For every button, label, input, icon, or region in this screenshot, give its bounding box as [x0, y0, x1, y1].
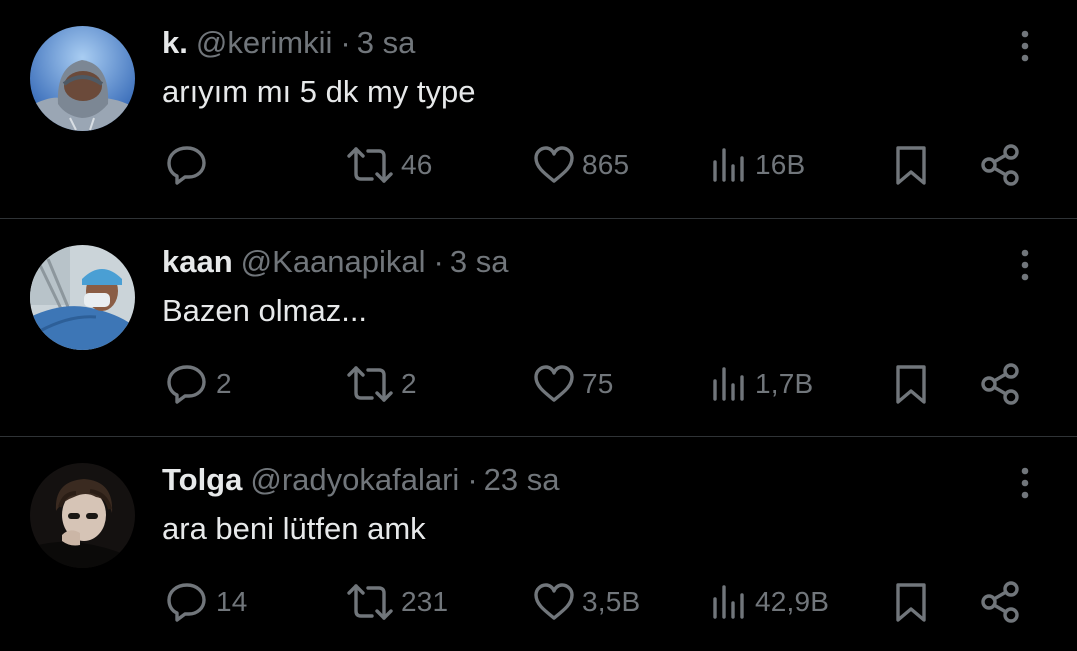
like-button[interactable]: 865: [532, 140, 629, 190]
retweet-count: 46: [401, 149, 433, 180]
avatar-image: [30, 26, 135, 131]
heart-icon: [534, 583, 574, 620]
separator-dot: ·: [340, 25, 351, 60]
avatar-image: [30, 245, 135, 350]
separator-dot: ·: [467, 462, 478, 497]
bookmark-button[interactable]: [891, 140, 931, 190]
views-button[interactable]: 1,7B: [709, 359, 813, 409]
timestamp[interactable]: 3 sa: [450, 244, 509, 279]
tweet[interactable]: k. @kerimkii · 3 sa arıyım mı 5 dk my type: [0, 0, 1077, 218]
view-count: 1,7B: [755, 368, 814, 399]
tweet-actions: 2 2 75 1,7B: [0, 359, 1077, 409]
retweet-button[interactable]: 231: [345, 577, 448, 627]
bookmark-button[interactable]: [891, 577, 931, 627]
avatar[interactable]: [30, 26, 135, 131]
bookmark-button[interactable]: [891, 359, 931, 409]
bookmark-icon: [896, 146, 926, 185]
analytics-icon: [713, 585, 744, 619]
avatar-image: [30, 463, 135, 568]
avatar[interactable]: [30, 463, 135, 568]
retweet-button[interactable]: 2: [345, 359, 417, 409]
tweet-text: Bazen olmaz...: [162, 293, 368, 328]
bookmark-icon: [896, 583, 926, 622]
retweet-icon: [347, 584, 393, 620]
tweet-text: arıyım mı 5 dk my type: [162, 74, 476, 109]
views-button[interactable]: 16B: [709, 140, 805, 190]
display-name[interactable]: kaan: [162, 244, 233, 279]
view-count: 42,9B: [755, 586, 830, 617]
reply-count: 2: [216, 368, 232, 399]
bookmark-icon: [896, 365, 926, 404]
tweet-actions: 14 231 3,5B 42,9B: [0, 577, 1077, 627]
analytics-icon: [713, 367, 744, 401]
separator-dot: ·: [433, 244, 444, 279]
like-button[interactable]: 75: [532, 359, 614, 409]
like-count: 865: [582, 149, 630, 180]
more-options-button[interactable]: [1008, 463, 1042, 503]
reply-icon: [167, 146, 206, 185]
display-name[interactable]: Tolga: [162, 462, 242, 497]
reply-button[interactable]: [164, 140, 216, 190]
reply-icon: [167, 365, 206, 404]
more-options-button[interactable]: [1008, 245, 1042, 285]
share-button[interactable]: [978, 577, 1022, 627]
display-name[interactable]: k.: [162, 25, 188, 60]
heart-icon: [534, 146, 574, 183]
view-count: 16B: [755, 149, 806, 180]
like-count: 3,5B: [582, 586, 641, 617]
tweet-header: kaan @Kaanapikal · 3 sa: [162, 241, 508, 283]
share-icon: [981, 144, 1019, 186]
user-handle[interactable]: @radyokafalari: [250, 462, 459, 497]
timestamp[interactable]: 23 sa: [484, 462, 560, 497]
retweet-count: 231: [401, 586, 449, 617]
user-handle[interactable]: @Kaanapikal: [241, 244, 426, 279]
more-vertical-icon: [1021, 30, 1029, 62]
analytics-icon: [713, 148, 744, 182]
heart-icon: [534, 365, 574, 402]
retweet-button[interactable]: 46: [345, 140, 433, 190]
views-button[interactable]: 42,9B: [709, 577, 829, 627]
reply-icon: [167, 583, 206, 622]
retweet-count: 2: [401, 368, 417, 399]
more-options-button[interactable]: [1008, 26, 1042, 66]
tweet-actions: 46 865 16B: [0, 140, 1077, 190]
tweet-header: Tolga @radyokafalari · 23 sa: [162, 459, 560, 501]
share-icon: [981, 363, 1019, 405]
reply-count: 14: [216, 586, 248, 617]
tweet-header: k. @kerimkii · 3 sa: [162, 22, 415, 64]
like-count: 75: [582, 368, 614, 399]
tweet[interactable]: kaan@Kaanapikal·3 sa Bazen olmaz... 2: [0, 218, 1077, 436]
timestamp[interactable]: 3 sa: [357, 25, 416, 60]
retweet-icon: [347, 147, 393, 183]
timeline-feed: k. @kerimkii · 3 sa arıyım mı 5 dk my type: [0, 0, 1077, 651]
tweet[interactable]: Tolga @radyokafalari · 23 sa ara beni lütfe…: [0, 436, 1077, 651]
more-vertical-icon: [1021, 467, 1029, 499]
more-vertical-icon: [1021, 249, 1029, 281]
tweet-text: ara beni lütfen amk: [162, 511, 426, 546]
reply-button[interactable]: 2: [164, 359, 232, 409]
avatar[interactable]: [30, 245, 135, 350]
reply-button[interactable]: 14: [164, 577, 248, 627]
share-icon: [981, 581, 1019, 623]
like-button[interactable]: 3,5B: [532, 577, 640, 627]
share-button[interactable]: [978, 140, 1022, 190]
share-button[interactable]: [978, 359, 1022, 409]
retweet-icon: [347, 366, 393, 402]
user-handle[interactable]: @kerimkii: [196, 25, 333, 60]
